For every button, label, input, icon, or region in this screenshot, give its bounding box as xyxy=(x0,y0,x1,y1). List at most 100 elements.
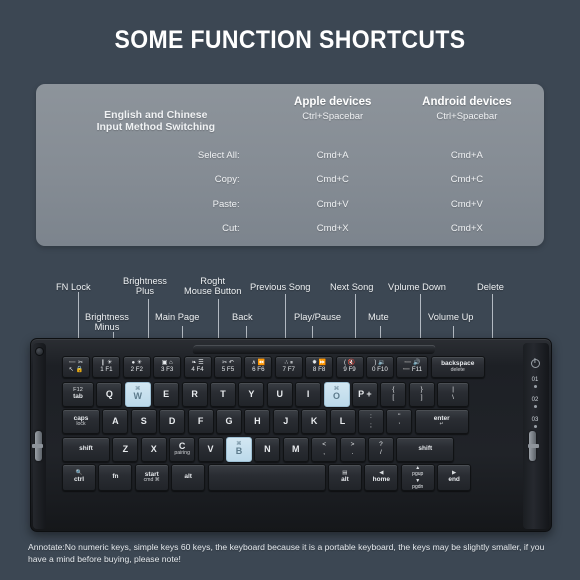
key-label: D xyxy=(168,416,176,426)
row-label-cut: Cut: xyxy=(222,223,240,235)
key-shift[interactable]: shift xyxy=(62,436,110,462)
key-5-f5[interactable]: ✂ ↶ 5 F5 xyxy=(213,356,242,378)
key-p[interactable]: P + xyxy=(351,381,378,407)
key-backspace[interactable]: backspace delete xyxy=(430,356,485,378)
key-6-f6[interactable]: ∧ ⏪ 6 F6 xyxy=(244,356,273,378)
key-top-legend: ◀ xyxy=(379,470,384,477)
callout-label: Brightness Minus xyxy=(85,312,129,333)
key-[interactable]: <, xyxy=(311,436,338,462)
key-7-f7[interactable]: ∴ ⏸ 7 F7 xyxy=(274,356,303,378)
key-label: Z xyxy=(122,443,129,454)
callout-label: Previous Song xyxy=(250,282,311,292)
key-g[interactable]: G xyxy=(215,409,242,434)
key-f11[interactable]: ➖ 🔊 ➖ F11 xyxy=(396,356,429,378)
key-start[interactable]: start cmd ⌘ xyxy=(134,464,169,491)
key-m[interactable]: M xyxy=(282,436,309,462)
callout-leader-line xyxy=(355,294,356,344)
callout-label: Mute xyxy=(368,312,389,322)
key-fn-labels: 8 F8 xyxy=(312,366,326,374)
key-label: A xyxy=(112,416,119,426)
key-9-f9[interactable]: ( 🔇 9 F9 xyxy=(335,356,364,378)
power-icon[interactable] xyxy=(530,359,540,368)
key-top-legend: F12 xyxy=(73,386,83,393)
key-i[interactable]: I xyxy=(295,381,322,407)
key-v[interactable]: V xyxy=(197,436,224,462)
key-[interactable]: >. xyxy=(339,436,366,462)
bottom-row: 🔍 ctrl fn start cmd ⌘ alt ▤ alt ◀ home ▲ pgup ▼ pgdn ▶… xyxy=(62,464,472,491)
key-label: V xyxy=(207,443,214,454)
key-j[interactable]: J xyxy=(272,409,299,434)
key-label: T xyxy=(220,388,226,399)
key-d[interactable]: D xyxy=(159,409,186,434)
key-k[interactable]: K xyxy=(301,409,328,434)
key-z[interactable]: Z xyxy=(112,436,139,462)
row-apple-value: Ctrl+Spacebar xyxy=(302,111,364,123)
row-android-value: Ctrl+Spacebar xyxy=(436,111,498,123)
led-dot-icon xyxy=(533,405,537,409)
qwerty-row: F12 tab Q ⌘ W E R T Y U I ⌘ O P + {[}] | \ xyxy=(62,381,470,407)
key-l[interactable]: L xyxy=(329,409,356,434)
key-e[interactable]: E xyxy=(153,381,180,407)
key-u[interactable]: U xyxy=(266,381,293,407)
callout-label: Vplume Down xyxy=(388,282,446,292)
key-o[interactable]: ⌘ O xyxy=(323,381,350,407)
key-label: X xyxy=(150,443,157,454)
shortcut-table-card: Apple devices Android devices English an… xyxy=(36,84,544,246)
keyboard-body: ➖ ✂ ↖ 🔒 ❙ ☀ 1 F1 ● ☀ 2 F2 ▣ ⌂ 3 F3 ❧ ☰ 4 F4 ✂ ↶ 5 F… xyxy=(30,338,552,532)
table-row: Copy: Cmd+C Cmd+C xyxy=(36,168,544,193)
key-[interactable]: | \ xyxy=(437,381,470,407)
key-t[interactable]: T xyxy=(209,381,236,407)
row-apple-value: Cmd+V xyxy=(316,198,349,210)
table-row: English and Chinese Input Method Switchi… xyxy=(36,109,544,143)
key-pgup[interactable]: ▲ pgup ▼ pgdn xyxy=(400,464,435,491)
key-alt[interactable]: alt xyxy=(171,464,206,491)
key-b[interactable]: ⌘ B xyxy=(225,436,252,462)
key-label: alt xyxy=(341,476,349,484)
key-home[interactable]: ◀ home xyxy=(364,464,399,491)
key-alt[interactable]: ▤ alt xyxy=(327,464,362,491)
key-label: shift xyxy=(418,444,433,452)
key-[interactable]: }] xyxy=(408,381,435,407)
key-4-f4[interactable]: ❧ ☰ 4 F4 xyxy=(183,356,212,378)
key-sub-legend: ↵ xyxy=(439,421,444,428)
key-label: Q xyxy=(105,388,113,399)
key-2-f2[interactable]: ● ☀ 2 F2 xyxy=(122,356,151,378)
key-ctrl[interactable]: 🔍 ctrl xyxy=(62,464,96,491)
key-legend: :; xyxy=(370,413,372,429)
key-f[interactable]: F xyxy=(187,409,214,434)
key-[interactable]: " ' xyxy=(386,409,413,434)
key-[interactable]: ? / xyxy=(367,436,394,462)
key-[interactable]: ➖ ✂ ↖ 🔒 xyxy=(62,356,90,378)
key-3-f3[interactable]: ▣ ⌂ 3 F3 xyxy=(153,356,182,378)
function-row: ➖ ✂ ↖ 🔒 ❙ ☀ 1 F1 ● ☀ 2 F2 ▣ ⌂ 3 F3 ❧ ☰ 4 F4 ✂ ↶ 5 F… xyxy=(62,356,485,378)
key-n[interactable]: N xyxy=(254,436,281,462)
key-q[interactable]: Q xyxy=(96,381,123,407)
key-1-f1[interactable]: ❙ ☀ 1 F1 xyxy=(92,356,121,378)
key-x[interactable]: X xyxy=(140,436,167,462)
key-caps[interactable]: caps lock xyxy=(62,409,100,434)
key-enter[interactable]: enter ↵ xyxy=(414,409,469,434)
key-s[interactable]: S xyxy=(130,409,157,434)
key-a[interactable]: A xyxy=(102,409,129,434)
key-fn-labels: 1 F1 xyxy=(100,366,113,374)
key-r[interactable]: R xyxy=(181,381,208,407)
key-label: P + xyxy=(358,388,372,399)
key-w[interactable]: ⌘ W xyxy=(124,381,151,407)
key-h[interactable]: H xyxy=(244,409,271,434)
key-y[interactable]: Y xyxy=(238,381,265,407)
key-[interactable]: {[ xyxy=(380,381,407,407)
key-c[interactable]: Cpairing xyxy=(169,436,196,462)
key-fn[interactable]: fn xyxy=(98,464,133,491)
key-end[interactable]: ▶ end xyxy=(437,464,472,491)
spacebar[interactable] xyxy=(207,464,326,491)
key-legend: }] xyxy=(420,385,423,401)
key-8-f8[interactable]: ✸ ⏩ 8 F8 xyxy=(305,356,334,378)
key-[interactable]: :; xyxy=(357,409,384,434)
key-label: fn xyxy=(112,473,119,481)
key-tab[interactable]: F12 tab xyxy=(62,381,94,407)
key-label: O xyxy=(333,391,341,402)
key-label: alt xyxy=(184,473,192,481)
callout-leader-line xyxy=(218,299,219,343)
key-shift[interactable]: shift xyxy=(396,436,455,462)
key-0-f10[interactable]: ) 🔉 0 F10 xyxy=(365,356,394,378)
